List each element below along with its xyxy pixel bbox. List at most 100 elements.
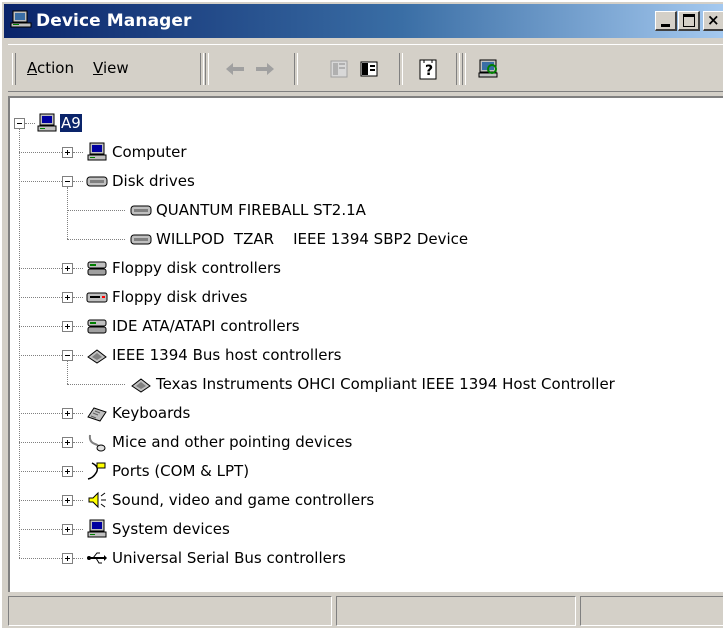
tree-device[interactable]: Texas Instruments OHCI Compliant IEEE 13… [10, 373, 723, 395]
toolbar-separator [456, 53, 460, 85]
tree-line [19, 268, 62, 269]
expand-expander[interactable] [62, 495, 73, 506]
menu-view-label: iew [102, 59, 129, 77]
status-panel [8, 596, 332, 626]
tree-category[interactable]: Floppy disk drives [10, 286, 710, 308]
tree-root-label[interactable]: A9 [60, 114, 82, 132]
tree-line [73, 181, 83, 182]
keyboard-icon [86, 403, 108, 423]
tree-device[interactable]: QUANTUM FIREBALL ST2.1A [10, 199, 723, 221]
disk-drive-icon [130, 200, 152, 220]
tree-device-label[interactable]: Texas Instruments OHCI Compliant IEEE 13… [156, 375, 615, 393]
tree-category-label[interactable]: Mice and other pointing devices [112, 433, 352, 451]
tree-category[interactable]: Ports (COM & LPT) [10, 460, 710, 482]
tree-category-label[interactable]: Computer [112, 143, 187, 161]
minimize-button[interactable] [655, 11, 677, 31]
tree-category[interactable]: Mice and other pointing devices [10, 431, 710, 453]
tree-category-label[interactable]: Ports (COM & LPT) [112, 462, 249, 480]
tree-category-label[interactable]: IEEE 1394 Bus host controllers [112, 346, 341, 364]
tree-category[interactable]: Keyboards [10, 402, 710, 424]
menu-action[interactable]: Action [27, 59, 74, 77]
tree-line [19, 326, 62, 327]
show-hide-tree-button[interactable] [356, 57, 382, 81]
tree-line [19, 152, 62, 153]
expand-expander[interactable] [62, 321, 73, 332]
toolbar: Action View ? [8, 44, 723, 92]
ieee1394-icon [130, 374, 152, 394]
tree-category-label[interactable]: System devices [112, 520, 230, 538]
tree-device-label[interactable]: WILLPOD TZAR IEEE 1394 SBP2 Device [156, 230, 468, 248]
expand-expander[interactable] [62, 147, 73, 158]
tree-line [73, 471, 83, 472]
expand-expander[interactable] [62, 437, 73, 448]
properties-button[interactable] [326, 57, 352, 81]
expand-expander[interactable] [62, 292, 73, 303]
title-bar[interactable]: Device Manager × [4, 4, 723, 38]
tree-category[interactable]: Floppy disk controllers [10, 257, 710, 279]
tree-category[interactable]: IDE ATA/ATAPI controllers [10, 315, 710, 337]
tree-category[interactable]: Universal Serial Bus controllers [10, 547, 710, 569]
device-manager-window: Device Manager × Action View ? A9 Comput… [0, 0, 723, 628]
ieee1394-icon [86, 345, 108, 365]
expand-expander[interactable] [62, 466, 73, 477]
scan-hardware-button[interactable] [476, 57, 502, 81]
device-tree-pane[interactable]: A9 Computer Disk drives QUANTUM FIREBALL ST… [8, 96, 723, 592]
mouse-icon [86, 432, 108, 452]
controller-icon [86, 316, 108, 336]
menu-view[interactable]: View [93, 59, 129, 77]
tree-category-label[interactable]: Universal Serial Bus controllers [112, 549, 346, 567]
tree-line [67, 210, 125, 211]
tree-category[interactable]: Sound, video and game controllers [10, 489, 710, 511]
port-icon [86, 461, 108, 481]
menu-action-label: ction [37, 59, 74, 77]
tree-line [67, 384, 125, 385]
tree-line [19, 129, 20, 558]
expand-expander[interactable] [62, 408, 73, 419]
menu-action-accel: A [27, 59, 37, 77]
tree-line [73, 413, 83, 414]
controller-icon [86, 258, 108, 278]
toolbar-grip[interactable] [12, 53, 16, 85]
collapse-expander[interactable] [62, 176, 73, 187]
computer-icon [10, 10, 32, 28]
show-hide-tree-icon [360, 61, 378, 77]
properties-icon [330, 60, 348, 78]
tree-line [67, 239, 125, 240]
maximize-button[interactable] [678, 11, 700, 31]
expand-expander[interactable] [62, 553, 73, 564]
back-arrow-icon [226, 63, 244, 75]
tree-device[interactable]: WILLPOD TZAR IEEE 1394 SBP2 Device [10, 228, 723, 250]
computer-icon [86, 142, 108, 162]
collapse-expander[interactable] [14, 118, 25, 129]
device-tree[interactable]: A9 Computer Disk drives QUANTUM FIREBALL ST… [10, 98, 723, 592]
tree-root[interactable]: A9 [10, 112, 210, 134]
tree-line [19, 413, 62, 414]
tree-category[interactable]: Disk drives [10, 170, 710, 192]
tree-line [19, 529, 62, 530]
tree-line [19, 558, 62, 559]
computer-icon [36, 113, 58, 133]
help-button[interactable]: ? [416, 57, 442, 81]
forward-button[interactable] [252, 57, 278, 81]
tree-category-label[interactable]: Floppy disk controllers [112, 259, 281, 277]
expand-expander[interactable] [62, 524, 73, 535]
tree-line [25, 123, 35, 124]
tree-category-label[interactable]: IDE ATA/ATAPI controllers [112, 317, 300, 335]
tree-category-label[interactable]: Floppy disk drives [112, 288, 247, 306]
back-button[interactable] [222, 57, 248, 81]
scan-hardware-icon [478, 59, 498, 78]
tree-category-label[interactable]: Sound, video and game controllers [112, 491, 374, 509]
expand-expander[interactable] [62, 263, 73, 274]
tree-category-label[interactable]: Keyboards [112, 404, 190, 422]
disk-drive-icon [86, 171, 108, 191]
tree-category[interactable]: System devices [10, 518, 710, 540]
close-button[interactable]: × [703, 11, 723, 31]
tree-line [19, 442, 62, 443]
tree-device-label[interactable]: QUANTUM FIREBALL ST2.1A [156, 201, 366, 219]
collapse-expander[interactable] [62, 350, 73, 361]
tree-category[interactable]: IEEE 1394 Bus host controllers [10, 344, 710, 366]
tree-category-label[interactable]: Disk drives [112, 172, 195, 190]
forward-arrow-icon [256, 63, 274, 75]
tree-line [19, 181, 62, 182]
tree-category[interactable]: Computer [10, 141, 710, 163]
